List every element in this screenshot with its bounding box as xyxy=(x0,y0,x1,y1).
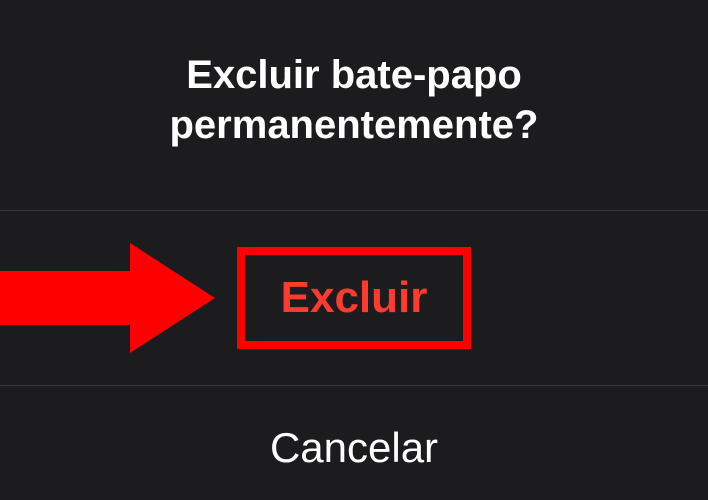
cancel-button[interactable]: Cancelar xyxy=(270,424,438,472)
arrow-annotation-icon xyxy=(0,243,215,353)
delete-button-highlight: Excluir xyxy=(237,247,472,349)
delete-button[interactable]: Excluir xyxy=(281,273,428,323)
cancel-button-section: Cancelar xyxy=(0,386,708,500)
delete-button-section: Excluir xyxy=(0,211,708,386)
dialog-title: Excluir bate-papo permanentemente? xyxy=(40,50,668,150)
confirmation-dialog: Excluir bate-papo permanentemente? Exclu… xyxy=(0,0,708,500)
dialog-title-section: Excluir bate-papo permanentemente? xyxy=(0,0,708,211)
